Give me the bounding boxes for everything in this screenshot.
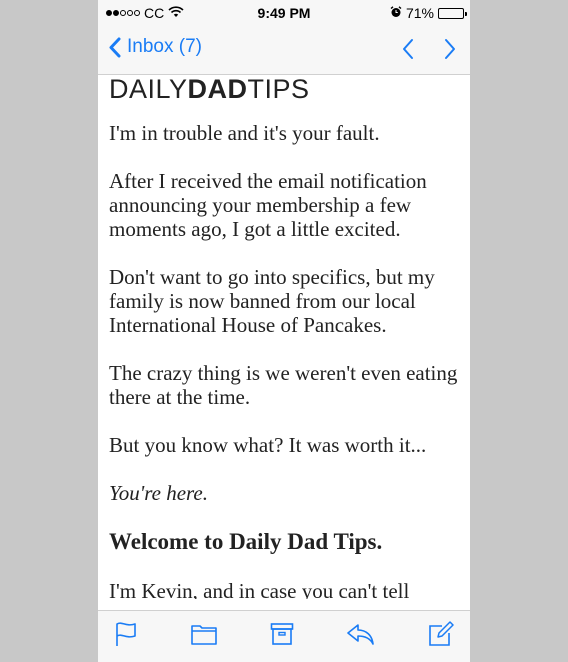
chevron-left-icon [109,37,121,57]
logo-part-dad: DAD [187,75,248,104]
back-label: Inbox (7) [127,36,202,57]
compose-icon [429,621,454,646]
flag-button[interactable] [114,621,138,652]
previous-message-button[interactable] [402,38,414,65]
reply-button[interactable] [346,622,376,651]
welcome-heading: Welcome to Daily Dad Tips. [109,529,383,554]
alarm-icon [390,5,402,21]
email-body: I'm in trouble and it's your fault. Afte… [109,121,464,599]
italic-line: You're here. [109,481,208,505]
daily-dad-tips-logo: DAILYDADTIPS [109,75,310,103]
paragraph: But you know what? It was worth it... [109,433,427,457]
navigation-bar: Inbox (7) [98,26,470,75]
compose-button[interactable] [428,621,454,652]
archive-button[interactable] [270,622,294,651]
logo-part-tips: TIPS [247,75,310,104]
battery-icon [438,7,467,19]
paragraph: I'm in trouble and it's your fault. [109,121,380,145]
logo-part-daily: DAILY [109,75,188,104]
battery-percent: 71% [405,5,434,21]
paragraph: I'm Kevin, and in case you can't tell [109,579,410,599]
flag-icon [116,622,136,646]
phone-screen: CC 9:49 PM 71% Inbox (7) DAILYDADTIPS I'… [98,0,470,662]
bottom-toolbar [98,610,470,662]
reply-icon [347,624,374,645]
back-to-inbox-button[interactable]: Inbox (7) [108,36,202,58]
paragraph: Don't want to go into specifics, but my … [109,265,435,337]
paragraph: After I received the email notification … [109,169,427,241]
move-to-folder-button[interactable] [190,622,218,651]
status-bar: CC 9:49 PM 71% [98,0,470,26]
paragraph: The crazy thing is we weren't even eatin… [109,361,458,409]
chevron-down-icon [445,39,455,59]
email-content[interactable]: DAILYDADTIPS I'm in trouble and it's you… [98,75,470,599]
next-message-button[interactable] [444,38,456,65]
archive-icon [270,623,294,645]
chevron-up-icon [403,39,413,59]
folder-icon [191,625,217,645]
